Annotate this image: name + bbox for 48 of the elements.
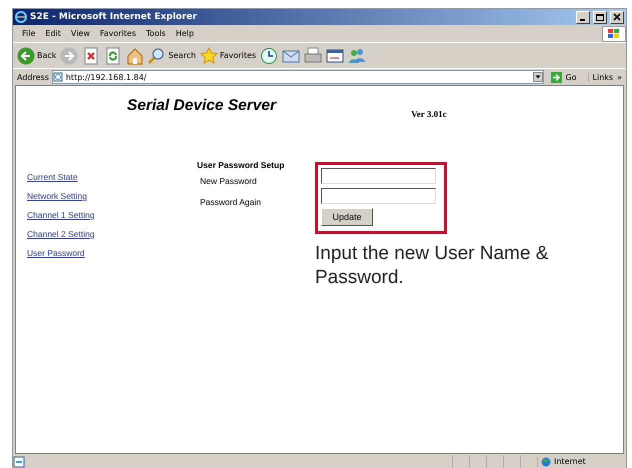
nav-link[interactable]: User Password	[27, 248, 197, 258]
stop-icon[interactable]	[82, 46, 100, 64]
update-button[interactable]: Update	[321, 208, 373, 226]
toolbar-button-label[interactable]: Search	[168, 51, 196, 60]
form-heading: User Password Setup	[197, 160, 286, 170]
toolbar-button-label[interactable]: Favorites	[220, 51, 256, 60]
close-icon[interactable]	[610, 10, 624, 24]
go-button[interactable]: Go	[565, 72, 577, 82]
password-field[interactable]	[321, 168, 436, 184]
printer-icon[interactable]	[304, 46, 322, 64]
page-icon	[52, 72, 63, 82]
menu-item[interactable]: View	[66, 29, 95, 38]
nav-link[interactable]: Network Setting	[27, 191, 197, 201]
menu-item[interactable]: Edit	[40, 29, 66, 38]
minimize-icon[interactable]	[576, 10, 590, 24]
maximize-icon[interactable]	[593, 10, 607, 24]
ie-logo-icon	[15, 11, 27, 23]
menu-item[interactable]: Tools	[141, 29, 171, 38]
menu-item[interactable]: File	[17, 29, 40, 38]
field-label: New Password	[200, 176, 258, 186]
clock-icon[interactable]	[260, 46, 278, 64]
refresh-icon[interactable]	[104, 46, 122, 64]
url-text: http://192.168.1.84/	[66, 72, 148, 82]
globe-icon	[541, 456, 551, 466]
address-label: Address	[17, 72, 49, 82]
zone-text: Internet	[554, 457, 586, 466]
links-button[interactable]: Links	[592, 72, 614, 82]
field-label: Password Again	[200, 197, 262, 207]
window-title: S2E - Microsoft Internet Explorer	[30, 12, 198, 22]
star-icon[interactable]	[200, 46, 218, 64]
menu-item[interactable]: Favorites	[94, 29, 142, 38]
instruction-text: Input the new User Name & Password.	[315, 242, 550, 290]
password-field[interactable]	[321, 188, 436, 204]
page-icon	[13, 456, 25, 468]
go-arrow-icon[interactable]	[551, 72, 562, 82]
version-text: Ver 3.01c	[411, 109, 447, 119]
document-icon[interactable]	[326, 46, 344, 64]
more-links-button[interactable]: »	[617, 72, 622, 82]
search-icon[interactable]	[148, 46, 166, 64]
nav-link[interactable]: Current State	[27, 172, 197, 182]
toolbar-button-label[interactable]: Back	[37, 51, 56, 60]
menu-item[interactable]: Help	[170, 29, 199, 38]
home-icon[interactable]	[126, 46, 144, 64]
nav-link[interactable]: Channel 2 Setting	[27, 229, 197, 239]
address-field[interactable]: http://192.168.1.84/	[52, 70, 544, 84]
page-title: Serial Device Server	[127, 97, 276, 116]
nav-link[interactable]: Channel 1 Setting	[27, 210, 197, 220]
flag-icon	[607, 28, 621, 40]
